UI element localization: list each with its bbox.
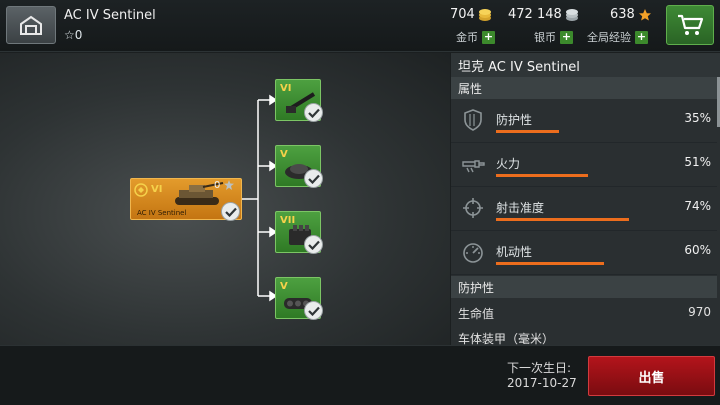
silver-label: 银币 (534, 31, 556, 44)
gold-label: 金币 (456, 31, 478, 44)
silver-amount-group: 472 148 (508, 7, 579, 22)
stat-value: 51% (684, 155, 711, 169)
buy-gold-button[interactable]: + (482, 30, 495, 44)
stat-row-protection[interactable]: 防护性 35% (451, 99, 717, 143)
garage-button[interactable] (6, 6, 56, 44)
main-tank-name: AC IV Sentinel (137, 209, 187, 217)
module-suspension-tier: V (280, 281, 288, 292)
check-icon (224, 207, 237, 217)
sell-button-label: 出售 (638, 370, 665, 386)
main-tank-xp: 0 (214, 180, 234, 191)
vehicle-info-panel[interactable]: 坦克 AC IV Sentinel 属性 防护性 35% 火力 51% 射击准度… (451, 53, 720, 346)
convert-xp-button[interactable]: + (635, 30, 648, 44)
stat-bar (496, 218, 629, 221)
check-icon (307, 174, 320, 184)
xp-icon (223, 180, 234, 190)
stat-value: 74% (684, 199, 711, 213)
gold-amount: 704 (450, 7, 475, 22)
speedometer-icon (463, 243, 483, 263)
silver-coins-icon (565, 8, 578, 21)
stat-row-mobility[interactable]: 机动性 60% (451, 231, 717, 275)
stat-bar (496, 130, 559, 133)
silver-amount: 472 148 (508, 7, 562, 22)
stat-value: 35% (684, 111, 711, 125)
birthday-date: 2017-10-27 (507, 376, 577, 390)
gold-amount-group: 704 (450, 7, 492, 22)
module-gun-researched-check (304, 103, 323, 122)
garage-icon (20, 15, 42, 35)
free-xp-label-group: 全局经验 + (587, 29, 648, 45)
stat-label: 火力 (496, 157, 521, 171)
silver-label-group: 银币 + (534, 29, 573, 45)
buy-silver-button[interactable]: + (560, 30, 573, 44)
module-suspension-researched-check (304, 301, 323, 320)
gold-coins-icon (478, 8, 491, 21)
free-xp-amount-group: 638 (610, 7, 652, 22)
gun-icon (462, 160, 485, 173)
crosshair-icon (463, 198, 483, 218)
attributes-header: 属性 (451, 77, 717, 99)
stat-label: 防护性 (496, 113, 533, 127)
check-icon (307, 108, 320, 118)
module-turret-researched-check (304, 169, 323, 188)
stat-bar (496, 174, 588, 177)
hp-value: 970 (688, 305, 711, 319)
sell-button[interactable]: 出售 (588, 356, 715, 396)
hp-row: 生命值 970 (451, 299, 717, 325)
hp-label: 生命值 (458, 307, 495, 321)
stat-label: 机动性 (496, 245, 533, 259)
stat-row-accuracy[interactable]: 射击准度 74% (451, 187, 717, 231)
main-tank-researched-check (221, 202, 240, 221)
cart-icon (678, 14, 704, 35)
stat-row-firepower[interactable]: 火力 51% (451, 143, 717, 187)
stat-label: 射击准度 (496, 201, 545, 215)
stat-bar (496, 262, 604, 265)
main-tank-tier: VI (151, 184, 163, 195)
birthday-label: 下一次生日: (507, 361, 572, 375)
check-icon (307, 306, 320, 316)
tier-emblem-icon (134, 183, 148, 197)
shield-icon (464, 109, 482, 131)
free-xp-label: 全局经验 (587, 31, 631, 44)
shop-button[interactable] (666, 5, 714, 45)
gold-label-group: 金币 + (456, 29, 495, 45)
panel-title: 坦克 AC IV Sentinel (451, 53, 720, 77)
check-icon (307, 240, 320, 250)
main-tank-xp-value: 0 (214, 180, 221, 191)
protection-header: 防护性 (451, 276, 717, 298)
vehicle-title: AC IV Sentinel (64, 8, 156, 23)
stat-value: 60% (684, 243, 711, 257)
module-engine-researched-check (304, 235, 323, 254)
star-icon (638, 8, 651, 20)
star-rating: ☆0 (64, 28, 83, 42)
free-xp-amount: 638 (610, 7, 635, 22)
top-bar: AC IV Sentinel ☆0 704 金币 + 472 148 银币 + … (0, 0, 720, 52)
